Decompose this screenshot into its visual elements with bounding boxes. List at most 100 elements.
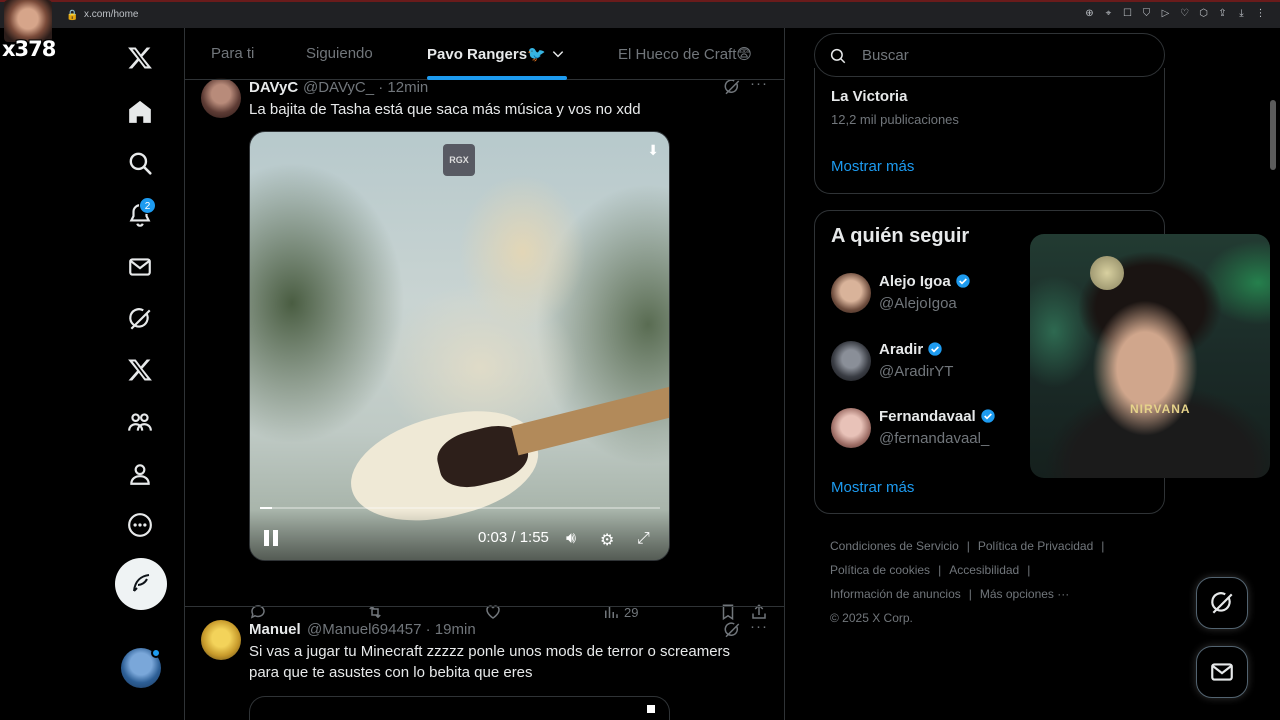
stream-badge: x378	[0, 0, 56, 62]
trend-name[interactable]: La Victoria	[831, 88, 907, 105]
tweet-text-line-1: Si vas a jugar tu Minecraft zzzzz ponle …	[249, 643, 731, 660]
microphone-image	[1090, 256, 1124, 290]
copyright: © 2025 X Corp.	[830, 611, 913, 625]
verified-icon	[928, 342, 942, 356]
avatar[interactable]	[831, 408, 871, 448]
messages-icon[interactable]	[118, 245, 162, 289]
tweet-video[interactable]: RGX ⬇ 0:03 / 1:55 🔊︎ ⚙ ⤢	[249, 131, 670, 561]
tab-pavo-rangers[interactable]: Pavo Rangers🐦	[427, 45, 546, 63]
chevron-down-icon[interactable]	[551, 47, 565, 61]
profile-icon[interactable]	[118, 452, 162, 496]
download-icon[interactable]: ⬇	[647, 142, 659, 159]
who-to-follow-show-more-link[interactable]: Mostrar más	[831, 479, 914, 496]
privacy-link[interactable]: Política de Privacidad	[978, 539, 1093, 553]
status-dot	[151, 648, 161, 658]
user-handle: @AlejoIgoa	[879, 295, 957, 312]
communities-icon[interactable]	[118, 400, 162, 444]
ads-info-link[interactable]: Información de anuncios	[830, 587, 961, 601]
grok-floating-button[interactable]	[1196, 577, 1248, 629]
account-avatar[interactable]	[121, 648, 161, 688]
webcam-overlay: NIRVANA	[1030, 234, 1270, 478]
verified-icon	[956, 274, 970, 288]
tweet-author-name[interactable]: Manuel	[249, 621, 301, 638]
page-scrollbar[interactable]	[1270, 100, 1276, 170]
trend-count: 12,2 mil publicaciones	[831, 112, 959, 127]
browser-toolbar: 🔒 x.com/home ⊕ ⌖ ☐ ⛉ ▷ ♡ ⬡ ⇪ ⤓ ⋮	[0, 0, 1280, 28]
active-tab-indicator	[427, 76, 567, 80]
bookmark-icon[interactable]: ☐	[1122, 8, 1133, 19]
tab-el-hueco-de-craft[interactable]: El Hueco de Craft😨	[618, 45, 752, 63]
timeline-tabs: Para ti Siguiendo Pavo Rangers🐦 El Hueco…	[185, 28, 784, 80]
more-options-link[interactable]: Más opciones ···	[980, 587, 1069, 601]
zoom-icon[interactable]: ⊕	[1084, 8, 1095, 19]
terms-link[interactable]: Condiciones de Servicio	[830, 539, 959, 553]
tweet-author-handle[interactable]: @DAVyC_ · 12min	[303, 79, 428, 96]
x-logo-icon[interactable]	[118, 36, 162, 80]
pin-icon[interactable]: ⌖	[1103, 8, 1114, 19]
address-bar[interactable]: x.com/home	[84, 9, 138, 20]
avatar[interactable]	[831, 341, 871, 381]
video-indicator	[647, 705, 655, 713]
tweet-more-icon[interactable]: ···	[750, 618, 768, 635]
fullscreen-icon[interactable]: ⤢	[637, 530, 650, 548]
premium-x-icon[interactable]	[118, 348, 162, 392]
pause-button[interactable]	[264, 530, 280, 546]
browser-tools: ⊕ ⌖ ☐ ⛉ ▷ ♡ ⬡ ⇪ ⤓ ⋮	[1084, 8, 1266, 19]
tab-siguiendo[interactable]: Siguiendo	[306, 45, 373, 62]
avatar[interactable]	[831, 273, 871, 313]
settings-gear-icon[interactable]: ⚙	[600, 530, 614, 550]
shirt-text: NIRVANA	[1130, 402, 1191, 416]
user-handle: @fernandavaal_	[879, 430, 990, 447]
grok-icon[interactable]	[723, 621, 741, 639]
tweet-video[interactable]	[249, 696, 670, 720]
user-name[interactable]: Aradir	[879, 341, 943, 358]
grok-icon[interactable]	[723, 78, 741, 96]
feather-icon	[133, 574, 150, 592]
timeline: Para ti Siguiendo Pavo Rangers🐦 El Hueco…	[184, 28, 785, 720]
tweet-author-handle[interactable]: @Manuel694457 · 19min	[307, 621, 476, 638]
tweet-avatar[interactable]	[201, 78, 241, 118]
badge-face-image	[4, 0, 52, 42]
play-icon[interactable]: ▷	[1160, 8, 1171, 19]
trends-show-more-link[interactable]: Mostrar más	[831, 158, 914, 175]
tab-para-ti[interactable]: Para ti	[211, 45, 254, 62]
footer-links: Condiciones de Servicio | Política de Priv…	[830, 539, 1105, 625]
cookies-link[interactable]: Política de cookies	[830, 563, 930, 577]
post-button[interactable]	[115, 558, 167, 610]
side-nav	[100, 28, 184, 720]
tweet-divider	[185, 606, 784, 607]
home-icon[interactable]	[118, 90, 162, 134]
badge-text: x378	[2, 37, 56, 61]
lock-icon: 🔒	[66, 10, 79, 21]
menu-icon[interactable]: ⋮	[1255, 8, 1266, 19]
who-to-follow-title: A quién seguir	[831, 225, 970, 247]
mail-icon	[1211, 663, 1233, 681]
video-time: 0:03 / 1:55	[478, 529, 549, 546]
volume-icon[interactable]: 🔊︎	[566, 530, 576, 548]
accessibility-link[interactable]: Accesibilidad	[949, 563, 1019, 577]
grok-icon[interactable]	[118, 297, 162, 341]
messages-floating-button[interactable]	[1196, 646, 1248, 698]
share-icon[interactable]: ⇪	[1217, 8, 1228, 19]
download-icon[interactable]: ⤓	[1236, 8, 1247, 19]
search-icon[interactable]	[118, 141, 162, 185]
user-handle: @AradirYT	[879, 363, 954, 380]
search-icon	[830, 48, 846, 64]
trends-card: La Victoria 12,2 mil publicaciones Mostr…	[814, 68, 1165, 194]
extensions-icon[interactable]: ⬡	[1198, 8, 1209, 19]
grok-icon	[1211, 592, 1233, 614]
tweet-text-line-2: para que te asustes con lo bebita que er…	[249, 664, 533, 681]
heart-icon[interactable]: ♡	[1179, 8, 1190, 19]
tweet-avatar[interactable]	[201, 620, 241, 660]
verified-icon	[981, 409, 995, 423]
video-watermark: RGX	[443, 144, 475, 176]
tweet-text: La bajita de Tasha está que saca más mús…	[249, 101, 641, 118]
notification-count-badge: 2	[139, 197, 156, 214]
user-name[interactable]: Alejo Igoa	[879, 273, 971, 290]
more-icon[interactable]	[118, 503, 162, 547]
search-placeholder: Buscar	[862, 47, 909, 64]
tweet-author-name[interactable]: DAVyC	[249, 79, 298, 96]
shield-icon[interactable]: ⛉	[1141, 8, 1152, 19]
video-progress-bar[interactable]	[260, 507, 660, 509]
user-name[interactable]: Fernandavaal	[879, 408, 996, 425]
